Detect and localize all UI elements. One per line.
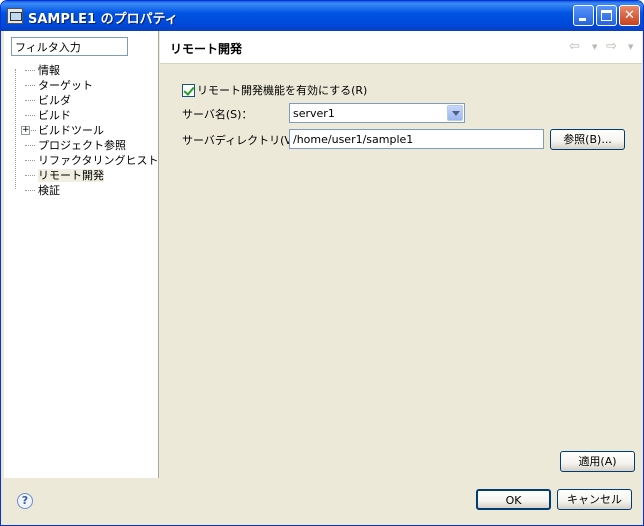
tree-item-target[interactable]: ターゲット (14, 78, 154, 93)
tree-connector (25, 145, 35, 146)
forward-dropdown-icon[interactable]: ▼ (628, 43, 633, 51)
server-name-label: サーバ名(S)： (182, 108, 253, 121)
title-bar[interactable]: SAMPLE1 のプロパティ ✕ (1, 1, 643, 31)
page-header: リモート開発 ⇦ ▼ ⇨ ▼ (160, 31, 642, 64)
tree-item-build[interactable]: ビルド (14, 108, 154, 123)
expand-plus-icon[interactable]: + (21, 126, 30, 135)
properties-dialog: SAMPLE1 のプロパティ ✕ 情報 ターゲット ビルダ ビルド + ビルドツー… (0, 0, 644, 526)
tree-item-label: ターゲット (38, 79, 93, 92)
left-panel: 情報 ターゲット ビルダ ビルド + ビルドツール プロジェクト参照 リファクタリ… (4, 31, 170, 478)
tree-connector (31, 130, 36, 131)
tree-item-build-tools[interactable]: + ビルドツール (14, 123, 154, 138)
minimize-icon (579, 18, 586, 21)
tree-item-project-references[interactable]: プロジェクト参照 (14, 138, 154, 153)
forward-arrow-icon[interactable]: ⇨ (606, 39, 617, 54)
tree-item-label: 検証 (38, 184, 60, 197)
server-name-value: server1 (293, 107, 335, 120)
tree-item-remote-development[interactable]: リモート開発 (14, 168, 154, 183)
help-icon[interactable]: ? (17, 493, 33, 509)
filter-input[interactable] (11, 37, 128, 56)
tree-item-builder[interactable]: ビルダ (14, 93, 154, 108)
maximize-icon (601, 10, 612, 21)
tree-item-info[interactable]: 情報 (14, 63, 154, 78)
close-icon: ✕ (624, 8, 635, 23)
tree-item-refactoring-history[interactable]: リファクタリングヒストリ (14, 153, 170, 168)
window-title: SAMPLE1 のプロパティ (28, 12, 178, 27)
server-name-select[interactable]: server1 (289, 103, 465, 123)
ok-button[interactable]: OK (476, 489, 551, 510)
tree-item-label: リモート開発 (38, 169, 104, 182)
tree-item-label: ビルダ (38, 94, 71, 107)
tree-item-verification[interactable]: 検証 (14, 183, 154, 198)
tree-connector (25, 175, 35, 176)
tree-item-label: プロジェクト参照 (38, 139, 126, 152)
back-arrow-icon[interactable]: ⇦ (569, 39, 580, 54)
window-icon (7, 8, 23, 24)
tree-connector (25, 160, 35, 161)
cancel-button[interactable]: キャンセル (557, 489, 632, 510)
tree-connector (25, 100, 35, 101)
server-directory-input[interactable] (289, 129, 544, 149)
property-tree: 情報 ターゲット ビルダ ビルド + ビルドツール プロジェクト参照 リファクタリ… (14, 63, 170, 198)
tree-item-label: リファクタリングヒストリ (38, 154, 170, 167)
page-title: リモート開発 (170, 42, 243, 56)
browse-button[interactable]: 参照(B)... (550, 129, 625, 150)
dropdown-arrow-icon[interactable] (447, 105, 463, 121)
tree-connector (25, 70, 35, 71)
close-button[interactable]: ✕ (619, 5, 640, 26)
minimize-button[interactable] (573, 5, 594, 26)
tree-connector (25, 115, 35, 116)
enable-remote-label: リモート開発機能を有効にする(R) (197, 84, 368, 97)
tree-connector (25, 190, 35, 191)
enable-remote-checkbox-row[interactable]: リモート開発機能を有効にする(R) (182, 82, 367, 97)
apply-button[interactable]: 適用(A) (560, 451, 635, 472)
back-dropdown-icon[interactable]: ▼ (592, 43, 597, 51)
right-panel: リモート開発 ⇦ ▼ ⇨ ▼ リモート開発機能を有効にする(R) サーバ名(S)… (160, 31, 642, 478)
tree-item-label: ビルド (38, 109, 71, 122)
tree-item-label: ビルドツール (38, 124, 104, 137)
tree-item-label: 情報 (38, 64, 60, 77)
maximize-button[interactable] (596, 5, 617, 26)
tree-connector (25, 85, 35, 86)
enable-remote-checkbox[interactable] (182, 83, 195, 97)
